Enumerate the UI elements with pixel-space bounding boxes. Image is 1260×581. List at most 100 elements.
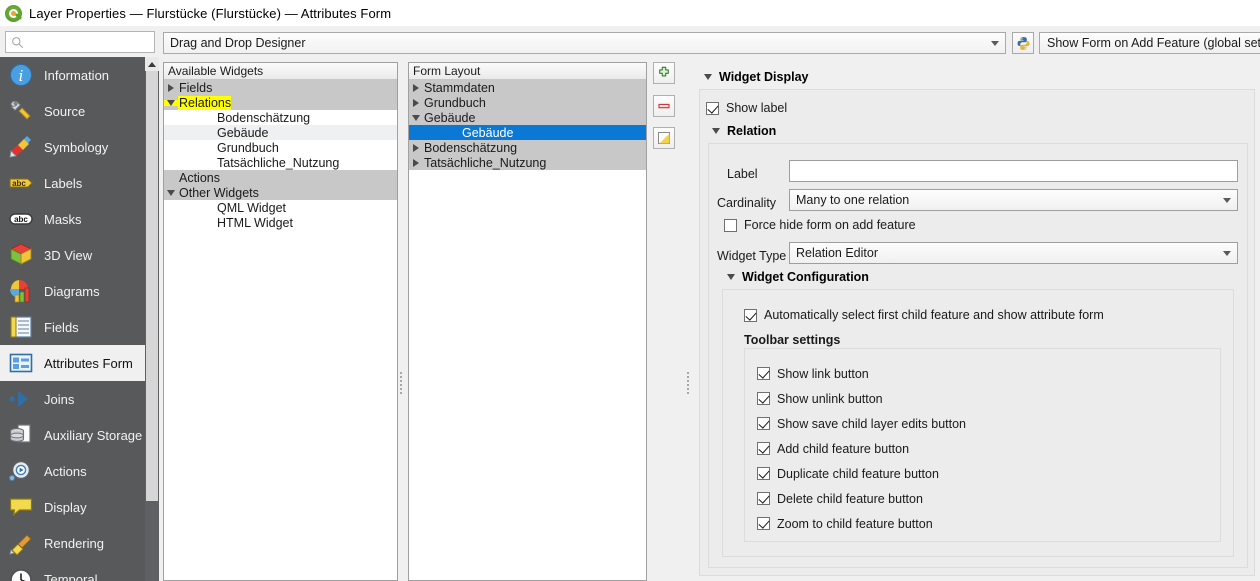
panel-splitter-left[interactable]: [400, 372, 402, 394]
rendering-icon: [8, 530, 34, 556]
tree-row[interactable]: HTML Widget: [164, 215, 397, 230]
tree-twisty[interactable]: [164, 189, 178, 196]
toolbar-setting-row[interactable]: Delete child feature button: [757, 486, 966, 511]
tree-row[interactable]: Actions: [164, 170, 397, 185]
tree-row[interactable]: Gebäude: [409, 125, 646, 140]
sidebar-item-actions[interactable]: Actions: [0, 453, 145, 489]
edit-properties-button[interactable]: [653, 127, 675, 149]
collapse-arrow-icon[interactable]: [412, 114, 420, 121]
toolbar-setting-row[interactable]: Add child feature button: [757, 436, 966, 461]
force-hide-form-checkbox[interactable]: [724, 218, 737, 232]
toolbar-setting-row[interactable]: Show unlink button: [757, 386, 966, 411]
masks-icon: abc: [8, 206, 34, 232]
sidebar-item-labels[interactable]: abc Labels: [0, 165, 145, 201]
3d-view-icon: [8, 242, 34, 268]
relation-section-header[interactable]: Relation: [712, 124, 776, 138]
actions-icon: [8, 458, 34, 484]
widget-display-section-header[interactable]: Widget Display: [704, 70, 808, 84]
toolbar-setting-row[interactable]: Duplicate child feature button: [757, 461, 966, 486]
sidebar-item-auxiliary-storage[interactable]: Auxiliary Storage: [0, 417, 145, 453]
tree-twisty[interactable]: [409, 83, 423, 92]
sidebar-item-source[interactable]: Source: [0, 93, 145, 129]
search-input[interactable]: [28, 33, 146, 51]
show-form-on-add-feature-button[interactable]: Show Form on Add Feature (global setting…: [1039, 32, 1260, 54]
joins-icon: [8, 386, 34, 412]
collapse-arrow-icon[interactable]: [167, 189, 175, 196]
tree-twisty[interactable]: [409, 143, 423, 152]
designer-mode-combo[interactable]: Drag and Drop Designer: [163, 32, 1006, 54]
tree-row[interactable]: Tatsächliche_Nutzung: [164, 155, 397, 170]
tree-row[interactable]: Tatsächliche_Nutzung: [409, 155, 646, 170]
cardinality-combo[interactable]: Many to one relation: [789, 189, 1238, 211]
remove-widget-button[interactable]: [653, 95, 675, 117]
sidebar-item-attributes-form[interactable]: Attributes Form: [0, 345, 145, 381]
expand-arrow-icon[interactable]: [168, 83, 174, 92]
toolbar-setting-checkbox[interactable]: [757, 492, 770, 505]
toolbar-setting-checkbox[interactable]: [757, 367, 770, 380]
form-layout-tree[interactable]: Stammdaten Grundbuch Gebäude Gebäude Bodensc…: [409, 80, 646, 170]
toolbar-setting-checkbox[interactable]: [757, 442, 770, 455]
toolbar-setting-row[interactable]: Zoom to child feature button: [757, 511, 966, 536]
auto-select-child-row[interactable]: Automatically select first child feature…: [744, 308, 1104, 322]
auto-select-child-checkbox[interactable]: [744, 308, 757, 322]
force-hide-form-row[interactable]: Force hide form on add feature: [724, 218, 916, 232]
expand-arrow-icon[interactable]: [413, 158, 419, 167]
widget-type-combo[interactable]: Relation Editor: [789, 242, 1238, 264]
tree-row[interactable]: Gebäude: [164, 125, 397, 140]
sidebar-item-joins[interactable]: Joins: [0, 381, 145, 417]
collapse-arrow-icon[interactable]: [167, 99, 175, 106]
show-label-checkbox[interactable]: [706, 101, 719, 115]
panel-splitter-right[interactable]: [687, 372, 689, 394]
tree-row[interactable]: QML Widget: [164, 200, 397, 215]
sidebar-item-information[interactable]: i Information: [0, 57, 145, 93]
rendering-icon: [9, 534, 32, 556]
tree-row[interactable]: Stammdaten: [409, 80, 646, 95]
label-input[interactable]: [789, 160, 1238, 182]
layer-properties-dialog: Layer Properties — Flurstücke (Flurstück…: [0, 0, 1260, 581]
available-widgets-tree[interactable]: Fields Relations Bodenschätzung Gebäude Grun…: [164, 80, 397, 230]
tree-row[interactable]: Relations: [164, 95, 397, 110]
tree-row[interactable]: Fields: [164, 80, 397, 95]
sidebar-item-symbology[interactable]: Symbology: [0, 129, 145, 165]
sidebar-item-rendering[interactable]: Rendering: [0, 525, 145, 561]
sidebar-item-fields[interactable]: Fields: [0, 309, 145, 345]
toolbar-setting-checkbox[interactable]: [757, 517, 770, 530]
expand-arrow-icon[interactable]: [413, 98, 419, 107]
toolbar-setting-checkbox[interactable]: [757, 392, 770, 405]
actions-icon: [8, 460, 31, 482]
tree-row[interactable]: Bodenschätzung: [409, 140, 646, 155]
relation-title: Relation: [727, 124, 777, 138]
tree-row[interactable]: Bodenschätzung: [164, 110, 397, 125]
toolbar-setting-row[interactable]: Show save child layer edits button: [757, 411, 966, 436]
settings-search-box[interactable]: [5, 31, 155, 53]
toolbar-setting-row[interactable]: Show link button: [757, 361, 966, 386]
toolbar-setting-checkbox[interactable]: [757, 467, 770, 480]
expand-arrow-icon[interactable]: [413, 143, 419, 152]
sidebar-item-diagrams[interactable]: Diagrams: [0, 273, 145, 309]
widget-configuration-section-header[interactable]: Widget Configuration: [727, 270, 869, 284]
python-init-code-button[interactable]: [1012, 32, 1034, 54]
sidebar-item-label: Rendering: [44, 535, 104, 551]
sidebar-item-3d-view[interactable]: 3D View: [0, 237, 145, 273]
tree-row[interactable]: Other Widgets: [164, 185, 397, 200]
add-container-button[interactable]: [653, 62, 675, 84]
tree-twisty[interactable]: [409, 114, 423, 121]
sidebar-item-display[interactable]: Display: [0, 489, 145, 525]
fields-icon: [8, 314, 34, 340]
form-layout-panel: Form Layout Stammdaten Grundbuch Gebäude Ge…: [408, 62, 647, 581]
show-label-checkbox-row[interactable]: Show label: [706, 101, 787, 115]
tree-twisty[interactable]: [164, 99, 178, 106]
tree-row[interactable]: Grundbuch: [164, 140, 397, 155]
scroll-up-arrow[interactable]: [145, 57, 159, 71]
sidebar-scroll-thumb[interactable]: [146, 71, 158, 501]
sidebar-item-masks[interactable]: abc Masks: [0, 201, 145, 237]
tree-row[interactable]: Grundbuch: [409, 95, 646, 110]
tree-twisty[interactable]: [409, 98, 423, 107]
tree-twisty[interactable]: [164, 83, 178, 92]
expand-arrow-icon[interactable]: [413, 83, 419, 92]
tree-row[interactable]: Gebäude: [409, 110, 646, 125]
tree-twisty[interactable]: [409, 158, 423, 167]
sidebar-scrollbar[interactable]: [145, 57, 159, 581]
toolbar-setting-checkbox[interactable]: [757, 417, 770, 430]
sidebar-item-temporal[interactable]: Temporal: [0, 561, 145, 581]
